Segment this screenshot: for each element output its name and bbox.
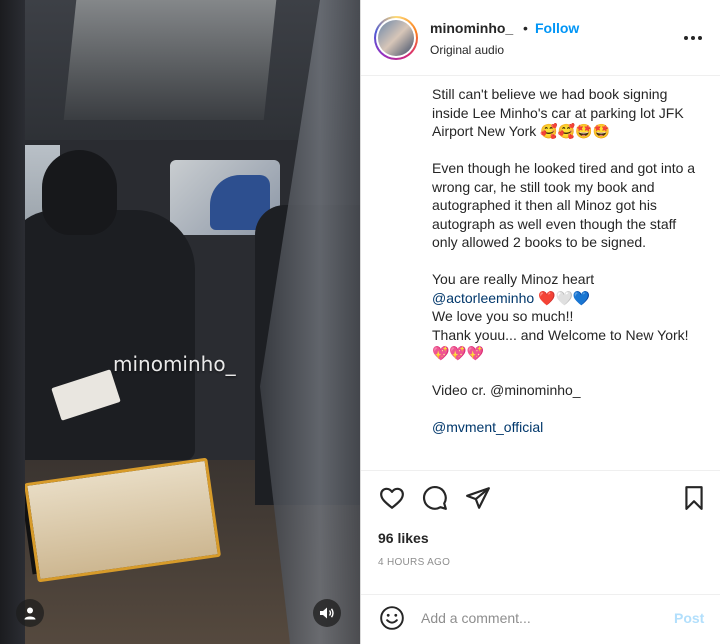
bookmark-icon: [685, 486, 703, 510]
more-options-button[interactable]: [681, 26, 705, 50]
caption-paragraph: Even though he looked tired and got into…: [432, 160, 699, 250]
share-icon: [466, 487, 490, 509]
likes-count[interactable]: 96 likes: [378, 530, 429, 546]
video-watermark: minominho_: [113, 352, 236, 376]
post-comment-button[interactable]: Post: [674, 610, 704, 626]
speaker-icon: [320, 607, 334, 619]
avatar[interactable]: [374, 16, 418, 60]
user-icon: [24, 607, 36, 620]
video-frame-person-head: [42, 150, 117, 235]
avatar-image: [378, 20, 414, 56]
emoji-button[interactable]: [379, 605, 405, 631]
emoji-icon: [380, 606, 404, 630]
post-timestamp[interactable]: 4 HOURS AGO: [378, 557, 450, 568]
video-frame-person: [5, 210, 195, 460]
video-frame-sunroof: [63, 0, 277, 120]
comment-icon: [423, 486, 447, 510]
comment-input[interactable]: [421, 610, 661, 626]
post-video[interactable]: minominho_: [0, 0, 360, 644]
mention-link[interactable]: @actorleeminho: [432, 290, 534, 306]
video-frame-edge: [0, 0, 25, 644]
action-bar: [361, 470, 720, 524]
post-header: minominho_ • Follow Original audio: [361, 0, 720, 76]
mention-link[interactable]: @mvment_official: [432, 418, 702, 437]
tagged-users-button[interactable]: [16, 599, 44, 627]
post-caption: Still can't believe we had book signing …: [432, 85, 702, 464]
caption-paragraph: Video cr. @minominho_: [432, 382, 581, 398]
save-button[interactable]: [681, 485, 707, 511]
comment-button[interactable]: [422, 485, 448, 511]
caption-line: You are really Minoz heart: [432, 271, 595, 287]
caption-line: Thank youu... and Welcome to New York! 💖…: [432, 326, 693, 362]
like-button[interactable]: [379, 485, 405, 511]
caption-line: We love you so much!!: [432, 308, 574, 324]
separator-dot: •: [523, 20, 528, 36]
post-details-panel: minominho_ • Follow Original audio Still…: [360, 0, 720, 644]
audio-link[interactable]: Original audio: [430, 43, 504, 57]
share-button[interactable]: [465, 485, 491, 511]
caption-paragraph: Still can't believe we had book signing …: [432, 86, 687, 139]
caption-hearts: ❤️🤍💙: [534, 289, 591, 306]
caption-paragraph: You are really Minoz heart @actorleeminho…: [432, 270, 702, 363]
comment-bar: Post: [361, 594, 720, 644]
username-link[interactable]: minominho_: [430, 20, 513, 36]
follow-button[interactable]: Follow: [535, 20, 579, 36]
mute-toggle-button[interactable]: [313, 599, 341, 627]
heart-icon: [380, 487, 404, 509]
more-options-icon: [684, 36, 702, 40]
